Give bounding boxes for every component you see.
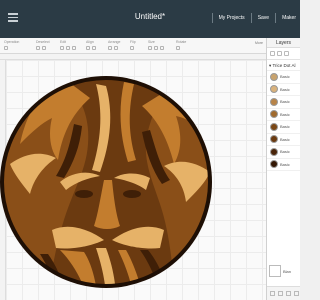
- layers-panel: Layers ▾ Trice Dot Al Basic Basic Basic …: [266, 38, 300, 300]
- layer-item[interactable]: Basic: [267, 159, 300, 171]
- operation-icon: [4, 46, 8, 50]
- blank-swatch: [269, 265, 281, 277]
- distribute-icon: [92, 46, 96, 50]
- divider: [211, 13, 213, 23]
- layer-item[interactable]: Basic: [267, 84, 300, 96]
- select-all-icon: [36, 46, 40, 50]
- machine-link[interactable]: Maker: [282, 15, 296, 21]
- layer-swatch: [270, 160, 278, 169]
- my-projects-link[interactable]: My Projects: [219, 15, 245, 21]
- rotate-icon: [176, 46, 180, 50]
- toolbar-group-size[interactable]: Size: [148, 40, 164, 50]
- layer-item[interactable]: Basic: [267, 71, 300, 84]
- slice-icon[interactable]: [270, 291, 275, 296]
- weld-icon[interactable]: [278, 291, 283, 296]
- layer-item[interactable]: Basic: [267, 96, 300, 109]
- layer-order-icon: [114, 46, 118, 50]
- align-icon: [86, 46, 90, 50]
- tree-face-artwork[interactable]: [0, 54, 266, 300]
- divider: [250, 13, 252, 23]
- design-canvas[interactable]: [0, 54, 266, 300]
- layer-group[interactable]: ▾ Trice Dot Al: [267, 60, 300, 71]
- layer-item[interactable]: Basic: [267, 134, 300, 146]
- lock-icon: [154, 46, 158, 50]
- layer-list: Basic Basic Basic Basic Basic Basic Basi…: [267, 71, 300, 171]
- group-icon[interactable]: [270, 51, 275, 56]
- layers-footer: [267, 286, 300, 300]
- deselect-icon: [42, 46, 46, 50]
- blank-canvas-layer[interactable]: Blan: [269, 264, 299, 278]
- toolbar-group-align[interactable]: Align: [86, 40, 96, 50]
- height-field-icon: [160, 46, 164, 50]
- more-button[interactable]: More: [255, 41, 263, 45]
- arrange-icon: [108, 46, 112, 50]
- ungroup-icon[interactable]: [277, 51, 282, 56]
- duplicate-icon[interactable]: [284, 51, 289, 56]
- layer-swatch: [270, 135, 278, 144]
- left-eye: [75, 190, 93, 198]
- flatten-icon[interactable]: [294, 291, 299, 296]
- divider: [275, 13, 277, 23]
- layer-swatch: [270, 85, 278, 94]
- title-bar: Untitled* My Projects Save Maker: [0, 0, 300, 38]
- layers-title: Layers: [267, 38, 300, 48]
- attach-icon[interactable]: [286, 291, 291, 296]
- toolbar-group-rotate[interactable]: Rotate: [176, 40, 186, 50]
- layer-item[interactable]: Basic: [267, 121, 300, 134]
- layer-swatch: [270, 97, 278, 106]
- layer-swatch: [270, 110, 278, 119]
- toolbar-group-edit[interactable]: Edit: [60, 40, 76, 50]
- layer-item[interactable]: Basic: [267, 146, 300, 159]
- save-link[interactable]: Save: [258, 15, 269, 21]
- edit-toolbar: Operation Deselect Edit Align Arrange Fl…: [0, 38, 266, 54]
- layer-item[interactable]: Basic: [267, 109, 300, 121]
- toolbar-group-arrange[interactable]: Arrange: [108, 40, 120, 50]
- toolbar-group-deselect[interactable]: Deselect: [36, 40, 50, 50]
- layers-tools: [267, 48, 300, 60]
- right-eye: [123, 190, 141, 198]
- copy-icon: [66, 46, 70, 50]
- cut-icon: [60, 46, 64, 50]
- layer-swatch: [270, 147, 278, 156]
- flip-icon: [130, 46, 134, 50]
- paste-icon: [72, 46, 76, 50]
- layer-swatch: [270, 122, 278, 131]
- width-field-icon: [148, 46, 152, 50]
- toolbar-group-flip[interactable]: Flip: [130, 40, 136, 50]
- toolbar-group-operation[interactable]: Operation: [4, 40, 19, 50]
- layer-swatch: [270, 72, 278, 81]
